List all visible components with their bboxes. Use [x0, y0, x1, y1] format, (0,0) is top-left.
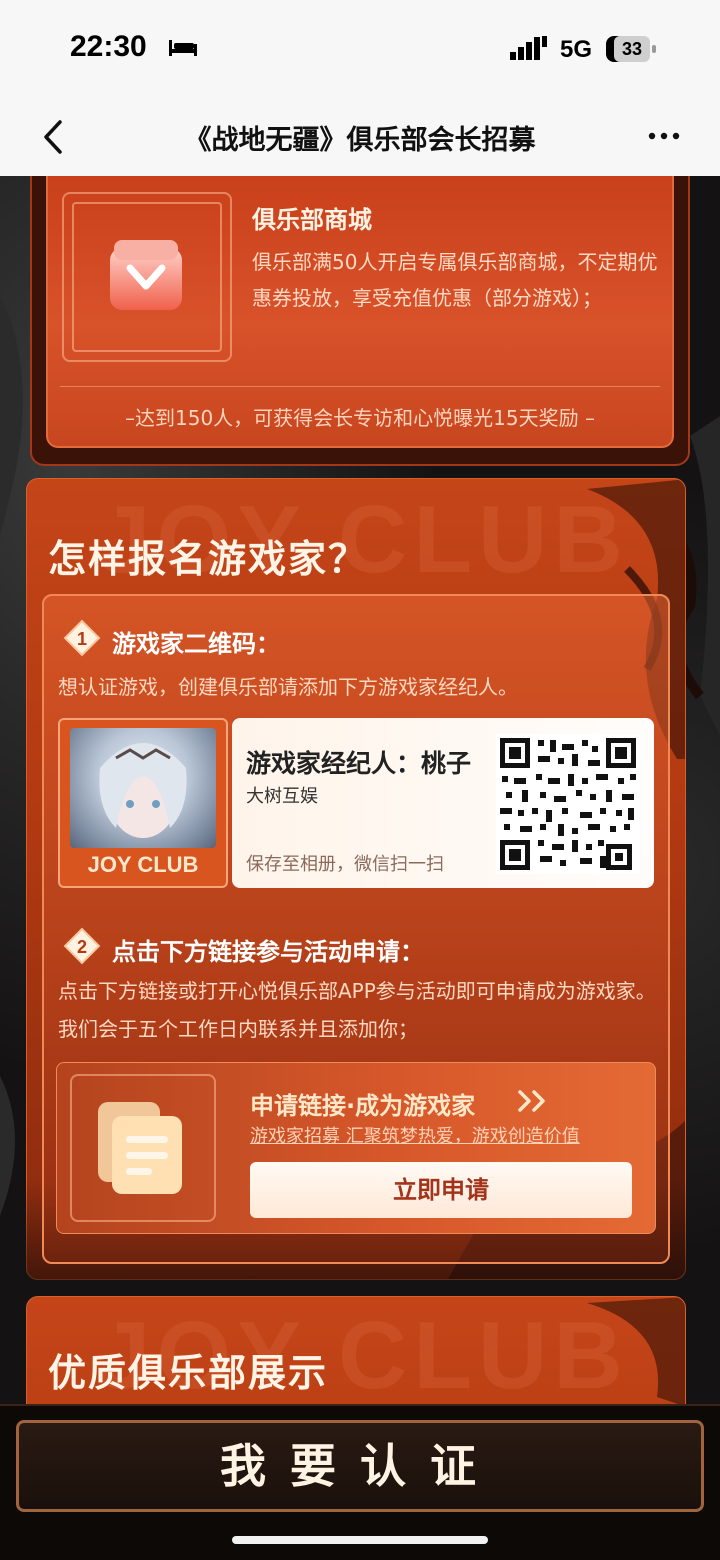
step-1-heading: 游戏家二维码：: [112, 630, 280, 658]
mall-reward-note: –达到150人，可获得会长专访和心悦曝光15天奖励 –: [125, 406, 595, 430]
step-1-description: 想认证游戏，创建俱乐部请添加下方游戏家经纪人。: [58, 675, 518, 699]
back-icon[interactable]: [36, 118, 72, 156]
battery-level: 33: [614, 36, 650, 62]
agent-name: 游戏家经纪人：桃子: [246, 749, 472, 778]
document-icon: [98, 1102, 182, 1194]
avatar-illustration: [99, 743, 187, 838]
step-2-description: 点击下方链接或打开心悦俱乐部APP参与活动即可申请成为游戏家。我们会于五个工作日…: [58, 979, 656, 1041]
battery-icon: 33: [606, 36, 656, 62]
mall-description: 俱乐部满50人开启专属俱乐部商城，不定期优惠券投放，享受充值优惠（部分游戏）；: [252, 250, 658, 310]
step-2-badge-icon: 2: [63, 927, 101, 965]
signal-icon: [510, 36, 547, 60]
qr-code-icon[interactable]: [496, 734, 640, 874]
agent-photo-label: JOY CLUB: [87, 852, 199, 877]
agent-company: 大树互娱: [246, 786, 318, 807]
status-time: 22:30: [70, 30, 147, 63]
divider: [60, 386, 660, 387]
apply-now-button[interactable]: 立即申请: [250, 1162, 632, 1218]
signup-title: 怎样报名游戏家？: [48, 537, 369, 581]
step-1-badge-icon: 1: [63, 619, 101, 657]
agent-avatar: [70, 728, 216, 848]
sleep-focus-icon: [169, 40, 197, 56]
certify-button[interactable]: 我要认证: [16, 1420, 704, 1512]
step-2-heading: 点击下方链接参与活动申请：: [112, 938, 424, 966]
mall-title: 俱乐部商城: [252, 206, 372, 234]
home-indicator[interactable]: [232, 1536, 488, 1544]
apply-link-title[interactable]: 申请链接·成为游戏家: [250, 1086, 475, 1121]
network-type: 5G: [560, 36, 593, 63]
more-icon[interactable]: [644, 126, 684, 146]
shopping-bag-icon: [110, 240, 182, 310]
svg-text:1: 1: [77, 629, 87, 649]
nav-bar: 《战地无疆》俱乐部会长招募: [0, 98, 720, 176]
page-title: 《战地无疆》俱乐部会长招募: [184, 125, 536, 156]
double-chevron-right-icon: [518, 1090, 545, 1112]
status-bar: 22:30 5G 33: [0, 0, 720, 98]
agent-scan-hint: 保存至相册，微信扫一扫: [246, 854, 444, 875]
showcase-title: 优质俱乐部展示: [48, 1351, 329, 1395]
svg-text:2: 2: [77, 937, 87, 957]
apply-link-subtitle[interactable]: 游戏家招募 汇聚筑梦热爱，游戏创造价值: [250, 1122, 580, 1148]
